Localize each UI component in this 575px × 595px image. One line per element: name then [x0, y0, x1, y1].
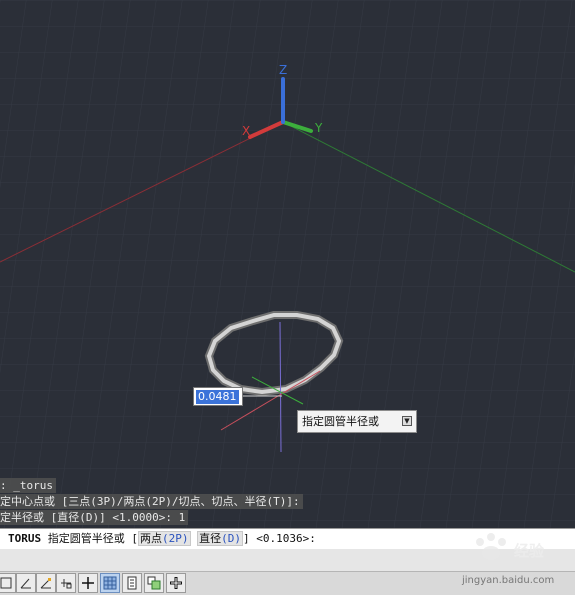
grid-mode-button[interactable]	[0, 573, 16, 593]
chevron-down-icon[interactable]: ▼	[402, 416, 412, 426]
polar-tracking-button[interactable]	[16, 573, 36, 593]
angle-icon	[20, 578, 31, 589]
tooltip-text: 指定圆管半径或	[302, 415, 379, 428]
drawing-viewport[interactable]: X Y Z 0.0481 指定圆管半径或 ▼ : _torus 定中心点或 [三…	[0, 0, 575, 528]
ortho-button[interactable]	[78, 573, 98, 593]
dynamic-prompt-tooltip: 指定圆管半径或 ▼	[297, 410, 417, 433]
crosshair-icon	[82, 577, 94, 589]
close-bracket: ]	[243, 532, 250, 545]
layout-tab-strip	[0, 549, 575, 572]
snap-tracking-icon	[40, 578, 51, 589]
svg-text:Y: Y	[314, 121, 323, 135]
svg-text:Z: Z	[279, 63, 287, 77]
command-line[interactable]: TORUS 指定圆管半径或 [两点(2P) 直径(D)] <0.1036>:	[0, 528, 575, 549]
object-snap-icon	[61, 579, 72, 589]
model-space[interactable]: X Y Z	[0, 0, 575, 528]
grid-icon	[0, 577, 12, 589]
layers-icon	[147, 576, 161, 590]
option-diameter[interactable]: 直径(D)	[197, 531, 243, 546]
watermark-text: jingyan.baidu.com	[462, 575, 555, 586]
open-bracket: [	[131, 532, 138, 545]
selection-cycling-button[interactable]	[144, 573, 164, 593]
history-line: 定中心点或 [三点(3P)/两点(2P)/切点、切点、半径(T)]:	[0, 494, 303, 509]
document-icon	[127, 576, 137, 590]
command-prompt: 指定圆管半径或	[47, 532, 125, 545]
hatch-icon	[103, 576, 117, 590]
history-line: : _torus	[0, 478, 56, 493]
dynamic-input-value: 0.0481	[196, 390, 239, 404]
dynamic-input-field[interactable]: 0.0481	[193, 387, 243, 406]
object-snap-tracking-button[interactable]	[36, 573, 56, 593]
svg-text:X: X	[242, 124, 250, 138]
command-name: TORUS	[8, 532, 42, 545]
default-value: <0.1036>:	[256, 532, 316, 545]
grid	[0, 0, 575, 528]
dynamic-input-button[interactable]	[166, 573, 186, 593]
object-snap-button[interactable]	[56, 573, 76, 593]
history-line: 定半径或 [直径(D)] <1.0000>: 1	[0, 510, 189, 525]
option-two-points[interactable]: 两点(2P)	[138, 531, 191, 546]
plus-icon	[170, 577, 182, 589]
lineweight-button[interactable]	[122, 573, 142, 593]
dynamic-ucs-button[interactable]	[100, 573, 120, 593]
